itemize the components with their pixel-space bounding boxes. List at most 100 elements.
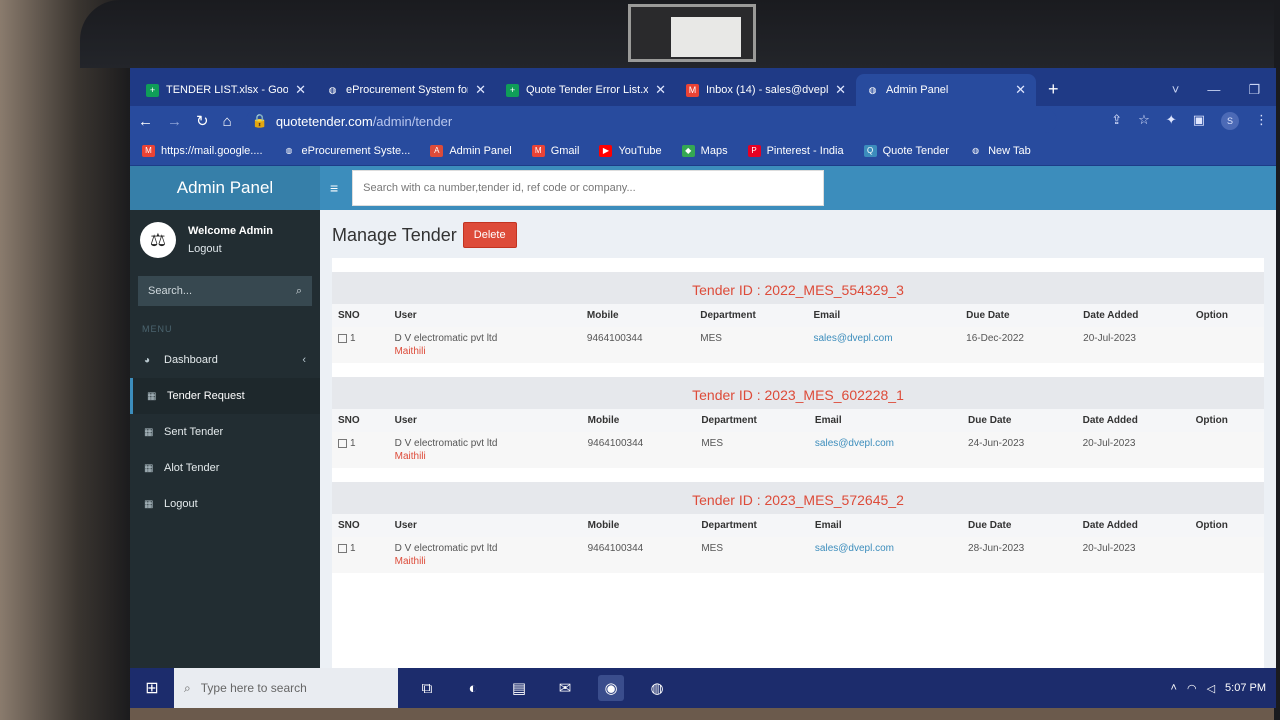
tender-section: Tender ID : 2022_MES_554329_3 SNO User Mobi… — [332, 272, 1264, 363]
network-icon[interactable]: ◠ — [1187, 682, 1197, 695]
clock[interactable]: 5:07 PM — [1225, 682, 1266, 694]
restore-icon[interactable]: ❐ — [1248, 82, 1260, 98]
taskbar-search-input[interactable]: ⌕ Type here to search — [174, 668, 398, 708]
sidebar-item-logout[interactable]: ▦ Logout — [130, 486, 320, 522]
bookmark-item[interactable]: Mhttps://mail.google.... — [142, 144, 263, 157]
sidepanel-icon[interactable]: ▣ — [1193, 112, 1205, 130]
hamburger-icon[interactable]: ≡ — [330, 180, 338, 196]
global-search-placeholder: Search with ca number,tender id, ref cod… — [363, 182, 636, 194]
mail-icon[interactable]: ✉ — [552, 675, 578, 701]
url-host: quotetender.com — [275, 113, 373, 129]
windows-taskbar: ⊞ ⌕ Type here to search ⧉ ◐ ▤ ✉ ◉ ◍ ˄ ◠ … — [130, 668, 1276, 708]
home-icon[interactable]: ⌂ — [223, 113, 232, 130]
screen: + TENDER LIST.xlsx - Google S ✕ ◍ eProcureme… — [130, 68, 1276, 708]
bookmark-label: Maps — [700, 144, 728, 157]
search-icon[interactable]: ⌕ — [296, 285, 302, 298]
sidebar-item-tender-request[interactable]: ▦ Tender Request — [130, 378, 320, 414]
close-icon[interactable]: ✕ — [475, 82, 486, 98]
chrome-icon[interactable]: ◉ — [598, 675, 624, 701]
globe-icon: ◍ — [972, 146, 980, 155]
browser-tab[interactable]: ◍ Admin Panel ✕ — [856, 74, 1036, 106]
sidebar-item-dashboard[interactable]: ◕ Dashboard ‹ — [130, 342, 320, 378]
bookmark-item[interactable]: M Gmail — [531, 144, 579, 157]
share-icon[interactable]: ⇪ — [1111, 112, 1122, 130]
bookmark-item[interactable]: ◍ New Tab — [969, 145, 1031, 157]
volume-icon[interactable]: ◁ — [1207, 682, 1215, 695]
browser-tab[interactable]: M Inbox (14) - sales@dvepl.co ✕ — [676, 74, 856, 106]
lock-icon[interactable]: 🔒 — [252, 113, 268, 129]
new-tab-button[interactable]: + — [1036, 79, 1071, 106]
url-bar[interactable]: 🔒 quotetender.com/admin/tender — [245, 109, 1058, 133]
row-checkbox[interactable] — [338, 333, 347, 343]
forward-icon[interactable]: → — [167, 113, 182, 130]
bookmark-item[interactable]: A Admin Panel — [430, 144, 512, 157]
sidebar-item-alot-tender[interactable]: ▦ Alot Tender — [130, 450, 320, 486]
profile-avatar[interactable]: S — [1221, 112, 1239, 130]
tray-chevron-icon[interactable]: ˄ — [1171, 682, 1177, 694]
bookmark-label: https://mail.google.... — [161, 144, 263, 157]
bookmark-star-icon[interactable]: ☆ — [1138, 112, 1150, 130]
bookmark-item[interactable]: P Pinterest - India — [747, 144, 844, 157]
sidebar-search-input[interactable]: Search... ⌕ — [138, 276, 312, 306]
cell-mobile: 9464100344 — [580, 327, 695, 363]
file-explorer-icon[interactable]: ▤ — [506, 675, 532, 701]
reload-icon[interactable]: ↻ — [196, 112, 209, 130]
sidebar-item-label: Logout — [164, 498, 198, 510]
system-tray: ˄ ◠ ◁ 5:07 PM — [1171, 682, 1276, 695]
welcome-text: Welcome Admin — [188, 225, 273, 237]
cell-email[interactable]: sales@dvepl.com — [808, 432, 963, 468]
user-logout-link[interactable]: Logout — [188, 243, 273, 255]
task-view-icon[interactable]: ⧉ — [414, 675, 440, 701]
bookmark-item[interactable]: Q Quote Tender — [863, 144, 949, 157]
close-icon[interactable]: ✕ — [835, 82, 846, 98]
tab-title: eProcurement System for G — [346, 84, 468, 96]
chevron-left-icon[interactable]: ‹ — [302, 354, 306, 366]
close-icon[interactable]: ✕ — [1015, 82, 1026, 98]
cell-due-date: 28-Jun-2023 — [962, 537, 1077, 573]
sidebar-item-label: Sent Tender — [164, 426, 224, 438]
bookmark-item[interactable]: ◍ eProcurement Syste... — [283, 145, 411, 157]
brand-logo[interactable]: Admin Panel — [130, 166, 320, 210]
column-header: Email — [808, 409, 963, 432]
webcam-cover — [628, 4, 756, 62]
close-icon[interactable]: ✕ — [295, 82, 306, 98]
back-icon[interactable]: ← — [138, 113, 153, 130]
cell-email[interactable]: sales@dvepl.com — [807, 327, 961, 363]
cell-option — [1189, 537, 1264, 573]
tender-table: SNO User Mobile Department Email Due Date Date… — [332, 409, 1264, 468]
browser-tab[interactable]: + Quote Tender Error List.xlsx ✕ — [496, 74, 676, 106]
sidebar-item-sent-tender[interactable]: ▦ Sent Tender — [130, 414, 320, 450]
close-icon[interactable]: ✕ — [655, 82, 666, 98]
column-header: Date Added — [1076, 409, 1190, 432]
column-header: SNO — [332, 514, 389, 537]
minimize-icon[interactable]: — — [1207, 82, 1220, 98]
bookmark-item[interactable]: ◆ Maps — [681, 144, 728, 157]
sheets-icon: + — [146, 83, 159, 97]
delete-button[interactable]: Delete — [462, 222, 517, 248]
user-contact: Maithili — [394, 346, 426, 357]
tab-search-icon[interactable]: ˅ — [1172, 82, 1180, 98]
browser-tab[interactable]: + TENDER LIST.xlsx - Google S ✕ — [136, 74, 316, 106]
column-header: SNO — [332, 409, 389, 432]
column-header: Date Added — [1076, 514, 1190, 537]
menu-kebab-icon[interactable]: ⋮ — [1255, 112, 1268, 130]
cell-email[interactable]: sales@dvepl.com — [808, 537, 963, 573]
windows-start-icon[interactable]: ⊞ — [130, 668, 174, 708]
table-row: 1 D V electromatic pvt ltd Maithili 9464100… — [332, 432, 1264, 468]
column-header: Email — [808, 514, 963, 537]
youtube-icon: ▶ — [599, 144, 613, 157]
sidebar-item-label: Alot Tender — [164, 462, 220, 474]
bookmark-label: eProcurement Syste... — [301, 144, 411, 157]
bookmark-item[interactable]: ▶ YouTube — [599, 144, 662, 157]
sidebar-item-label: Dashboard — [164, 354, 218, 366]
browser-tab[interactable]: ◍ eProcurement System for G ✕ — [316, 74, 496, 106]
global-search-input[interactable]: Search with ca number,tender id, ref cod… — [352, 170, 825, 206]
table-icon: ▦ — [144, 462, 154, 474]
column-header: Mobile — [581, 409, 696, 432]
row-checkbox[interactable] — [338, 438, 347, 448]
extensions-icon[interactable]: ✦ — [1166, 112, 1177, 130]
row-checkbox[interactable] — [338, 543, 347, 553]
app-icon[interactable]: ◍ — [644, 675, 670, 701]
table-icon: ▦ — [144, 498, 154, 510]
edge-icon[interactable]: ◐ — [460, 675, 486, 701]
